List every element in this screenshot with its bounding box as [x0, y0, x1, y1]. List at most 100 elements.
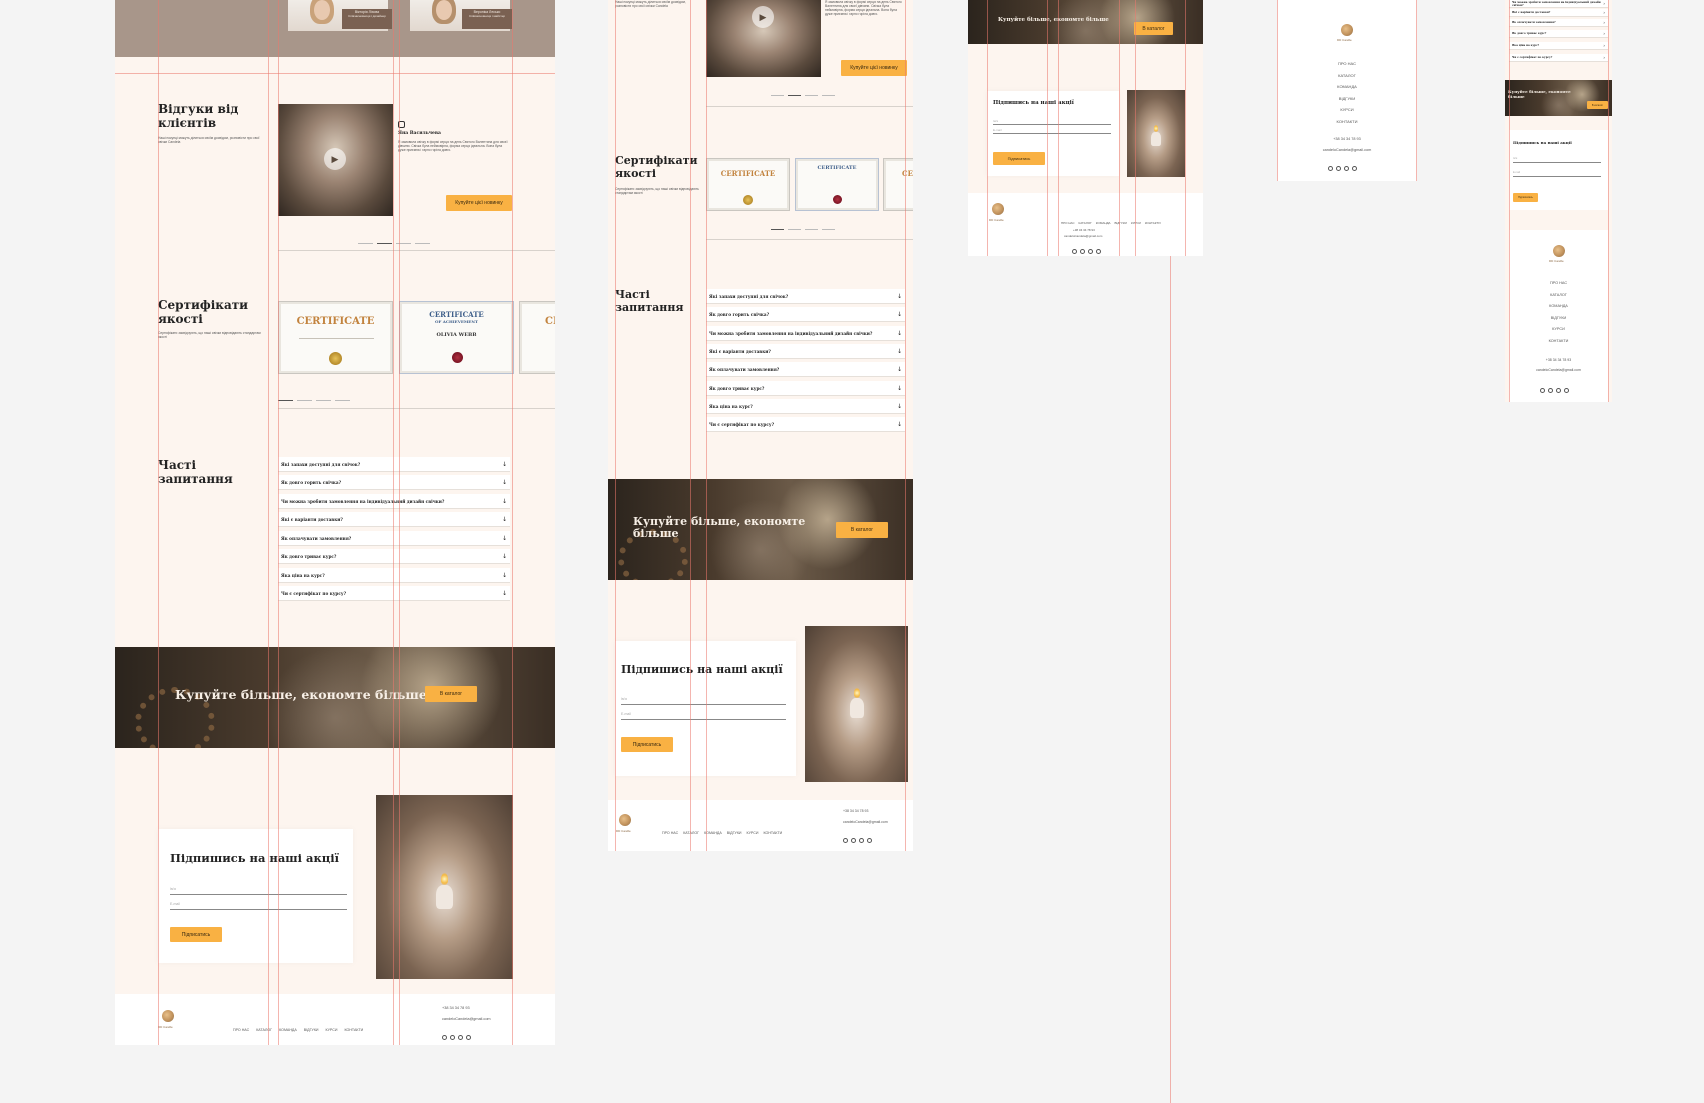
mobile-nav-team[interactable]: КОМАНДА: [1509, 301, 1608, 313]
name-field[interactable]: Ім'я: [1513, 157, 1601, 163]
facebook-icon[interactable]: [851, 838, 856, 843]
footer-nav-contacts[interactable]: КОНТАКТИ: [1145, 221, 1161, 225]
youtube-icon[interactable]: [1564, 388, 1569, 393]
faq-item[interactable]: Як оплачувати замовлення? ›: [1509, 19, 1608, 27]
catalog-button[interactable]: В каталог: [1134, 22, 1173, 35]
faq-item[interactable]: Які є варіанти доставки? ↓: [278, 512, 510, 527]
mobile-nav-about[interactable]: ПРО НАС: [1509, 278, 1608, 290]
faq-item[interactable]: Яка ціна на курс? ↓: [278, 568, 510, 583]
testimonial-pagination[interactable]: [771, 83, 839, 101]
instagram-icon[interactable]: [442, 1035, 447, 1040]
faq-item[interactable]: Які є варіанти доставки? ↓: [706, 344, 905, 359]
facebook-icon[interactable]: [1336, 166, 1341, 171]
mobile-nav-catalog[interactable]: КАТАЛОГ: [1277, 70, 1417, 82]
catalog-button[interactable]: В каталог: [1587, 101, 1608, 109]
catalog-button[interactable]: В каталог: [836, 522, 888, 538]
instagram-icon[interactable]: [1072, 249, 1077, 254]
footer-email[interactable]: candeloCandela@gmail.com: [843, 820, 888, 824]
subscribe-button[interactable]: Підписатись: [170, 927, 222, 942]
certificate-1[interactable]: CERTIFICATE: [706, 158, 790, 211]
email-field[interactable]: E-mail: [621, 712, 786, 720]
faq-item[interactable]: Чи є сертифікат по курсу? ↓: [278, 586, 510, 601]
email-field[interactable]: E-mail: [993, 128, 1111, 134]
faq-item[interactable]: Яка ціна на курс? ›: [1509, 42, 1608, 50]
youtube-icon[interactable]: [1352, 166, 1357, 171]
name-field[interactable]: Ім'я: [621, 697, 786, 705]
subscribe-button[interactable]: Підписатись: [621, 737, 673, 752]
footer-phone[interactable]: +38 34 34 78 93: [1509, 358, 1608, 362]
footer-nav-team[interactable]: КОМАНДА: [1096, 221, 1111, 225]
mobile-nav-contacts[interactable]: КОНТАКТИ: [1509, 336, 1608, 348]
footer-nav-contacts[interactable]: КОНТАКТИ: [344, 1028, 363, 1032]
faq-item[interactable]: Як довго горить свічка? ↓: [278, 475, 510, 490]
email-field[interactable]: E-mail: [1513, 171, 1601, 177]
telegram-icon[interactable]: [458, 1035, 463, 1040]
certificate-3[interactable]: CE: [883, 158, 913, 211]
telegram-icon[interactable]: [1088, 249, 1093, 254]
mobile-nav-contacts[interactable]: КОНТАКТИ: [1277, 116, 1417, 128]
faq-item[interactable]: Як довго триває курс? ↓: [278, 549, 510, 564]
mobile-nav-reviews[interactable]: ВІДГУКИ: [1509, 313, 1608, 325]
certificate-2[interactable]: CERTIFICATE OF ACHIEVEMENT OLIVIA WEBB: [399, 301, 514, 374]
footer-nav-contacts[interactable]: КОНТАКТИ: [763, 831, 782, 835]
footer-nav-catalog[interactable]: КАТАЛОГ: [683, 831, 699, 835]
certificate-2[interactable]: CERTIFICATE: [795, 158, 879, 211]
footer-nav-courses[interactable]: КУРСИ: [747, 831, 759, 835]
footer-phone[interactable]: +38 34 34 78 93: [1277, 137, 1417, 141]
faq-item[interactable]: Які запахи доступні для свічок? ↓: [706, 289, 905, 304]
faq-item[interactable]: Як довго горить свічка? ↓: [706, 307, 905, 322]
footer-email[interactable]: candeloCandela@gmail.com: [1064, 234, 1102, 238]
certificate-pagination[interactable]: [771, 217, 839, 235]
instagram-icon[interactable]: [1540, 388, 1545, 393]
faq-item[interactable]: Які запахи доступні для свічок? ↓: [278, 457, 510, 472]
faq-item[interactable]: Яка ціна на курс? ↓: [706, 399, 905, 414]
mobile-nav-courses[interactable]: КУРСИ: [1277, 104, 1417, 116]
youtube-icon[interactable]: [867, 838, 872, 843]
faq-item[interactable]: Як довго триває курс? ↓: [706, 381, 905, 396]
footer-nav-catalog[interactable]: КАТАЛОГ: [1079, 221, 1092, 225]
youtube-icon[interactable]: [1096, 249, 1101, 254]
telegram-icon[interactable]: [1556, 388, 1561, 393]
play-icon[interactable]: ▶: [752, 6, 774, 28]
footer-phone[interactable]: +38 34 34 78 93: [442, 1006, 470, 1010]
mobile-nav-courses[interactable]: КУРСИ: [1509, 324, 1608, 336]
testimonial-pagination[interactable]: [358, 231, 434, 249]
buy-new-button[interactable]: Купуйте цієї новинку: [446, 195, 512, 211]
footer-nav-team[interactable]: КОМАНДА: [704, 831, 722, 835]
subscribe-button[interactable]: Підписатись: [1513, 193, 1538, 202]
faq-item[interactable]: Чи можна зробити замовлення на індивідуа…: [1509, 0, 1608, 8]
footer-phone[interactable]: +38 34 34 78 93: [1073, 228, 1095, 232]
certificate-1[interactable]: CERTIFICATE: [278, 301, 393, 374]
facebook-icon[interactable]: [1548, 388, 1553, 393]
faq-item[interactable]: Як оплачувати замовлення? ↓: [706, 362, 905, 377]
instagram-icon[interactable]: [398, 121, 405, 128]
footer-phone[interactable]: +38 34 34 78 93: [843, 809, 868, 813]
footer-nav-team[interactable]: КОМАНДА: [279, 1028, 297, 1032]
telegram-icon[interactable]: [859, 838, 864, 843]
buy-new-button[interactable]: Купуйте цієї новинку: [841, 60, 907, 76]
instagram-icon[interactable]: [1328, 166, 1333, 171]
certificate-3[interactable]: CE: [519, 301, 555, 374]
catalog-button[interactable]: В каталог: [425, 686, 477, 702]
name-field[interactable]: Ім'я: [170, 887, 347, 895]
faq-item[interactable]: Як оплачувати замовлення? ↓: [278, 531, 510, 546]
faq-item[interactable]: Чи можна зробити замовлення на індивідуа…: [278, 494, 510, 509]
certificate-pagination[interactable]: [278, 388, 354, 406]
footer-nav-about[interactable]: ПРО НАС: [233, 1028, 249, 1032]
faq-item[interactable]: Які є варіанти доставки? ›: [1509, 9, 1608, 17]
logo[interactable]: [1553, 245, 1565, 257]
footer-nav-reviews[interactable]: ВІДГУКИ: [727, 831, 742, 835]
faq-item[interactable]: Як довго триває курс? ›: [1509, 30, 1608, 38]
logo[interactable]: [162, 1010, 174, 1022]
mobile-nav-reviews[interactable]: ВІДГУКИ: [1277, 93, 1417, 105]
facebook-icon[interactable]: [450, 1035, 455, 1040]
faq-item[interactable]: Чи можна зробити замовлення на індивідуа…: [706, 326, 905, 341]
footer-email[interactable]: candeloCandela@gmail.com: [442, 1017, 491, 1021]
mobile-nav-team[interactable]: КОМАНДА: [1277, 81, 1417, 93]
testimonial-video[interactable]: ▶: [706, 0, 821, 77]
play-icon[interactable]: ▶: [324, 148, 346, 170]
mobile-nav-catalog[interactable]: КАТАЛОГ: [1509, 290, 1608, 302]
logo[interactable]: [619, 814, 631, 826]
mobile-nav-about[interactable]: ПРО НАС: [1277, 58, 1417, 70]
footer-nav-about[interactable]: ПРО НАС: [662, 831, 678, 835]
